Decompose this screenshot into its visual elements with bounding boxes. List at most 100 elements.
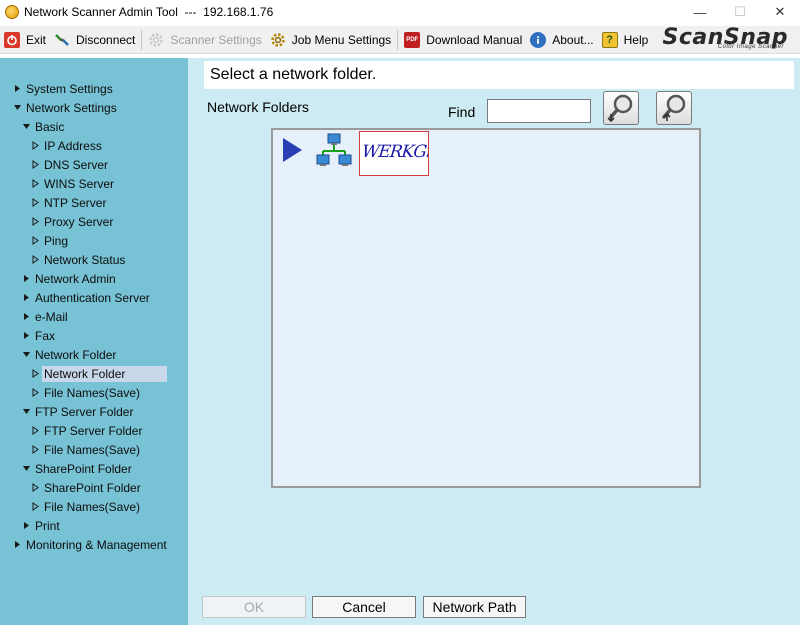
sidebar-item-label: Network Settings	[26, 100, 117, 115]
sidebar-item[interactable]: Fax	[21, 326, 55, 345]
triangle-down-icon[interactable]	[21, 407, 31, 417]
triangle-right-icon[interactable]	[21, 331, 31, 341]
logo-tagline: Color Image Scanner	[717, 44, 784, 50]
pdf-icon: PDF	[404, 31, 421, 48]
exit-label: Exit	[26, 32, 47, 47]
sidebar-item-label: File Names(Save)	[44, 385, 141, 400]
scanner-settings-label: Scanner Settings	[170, 32, 262, 47]
download-manual-label: Download Manual	[426, 32, 523, 47]
triangle-right-icon[interactable]	[21, 521, 31, 531]
sidebar-item[interactable]: Print	[21, 516, 60, 535]
sidebar-item[interactable]: Ping	[30, 231, 68, 250]
sidebar-item-label: DNS Server	[44, 157, 109, 172]
sidebar-item[interactable]: NTP Server	[30, 193, 106, 212]
sidebar-item[interactable]: WINS Server	[30, 174, 114, 193]
download-manual-button[interactable]: PDF Download Manual	[400, 28, 526, 52]
sidebar-item[interactable]: Network Folder	[30, 364, 168, 383]
maximize-button[interactable]: ☐	[720, 0, 760, 24]
triangle-right-outline-icon	[30, 160, 40, 170]
triangle-right-outline-icon	[30, 502, 40, 512]
sidebar-item-label: IP Address	[44, 138, 102, 153]
sidebar-item-label: Authentication Server	[35, 290, 150, 305]
sidebar-item[interactable]: SharePoint Folder	[21, 459, 132, 478]
sidebar-item-label: System Settings	[26, 81, 113, 96]
job-menu-settings-label: Job Menu Settings	[291, 32, 392, 47]
sidebar-item[interactable]: File Names(Save)	[30, 497, 140, 516]
sidebar-item-label: Basic	[35, 119, 65, 134]
sidebar-item[interactable]: Authentication Server	[21, 288, 150, 307]
sidebar-item[interactable]: Network Status	[30, 250, 125, 269]
triangle-right-outline-icon	[30, 483, 40, 493]
app-icon	[5, 5, 19, 19]
folder-name-thumbnail[interactable]: WERKGr	[359, 131, 429, 176]
sidebar-item-label: Monitoring & Management	[26, 537, 167, 552]
close-button[interactable]: ✕	[760, 0, 800, 24]
gear-icon	[148, 32, 164, 48]
sidebar-item[interactable]: Basic	[21, 117, 64, 136]
triangle-right-outline-icon	[30, 255, 40, 265]
window-controls: — ☐ ✕	[680, 0, 800, 24]
disconnect-button[interactable]: Disconnect	[50, 28, 139, 52]
sidebar-item[interactable]: Network Folder	[21, 345, 116, 364]
network-path-button[interactable]: Network Path	[423, 596, 526, 618]
sidebar-item[interactable]: Network Settings	[12, 98, 117, 117]
triangle-down-icon[interactable]	[21, 464, 31, 474]
sidebar-item[interactable]: Network Admin	[21, 269, 116, 288]
find-input[interactable]	[487, 99, 591, 123]
triangle-down-icon[interactable]	[21, 122, 31, 132]
exit-button[interactable]: Exit	[0, 28, 50, 52]
sidebar-item[interactable]: File Names(Save)	[30, 440, 140, 459]
sidebar-item[interactable]: Monitoring & Management	[12, 535, 167, 554]
triangle-right-outline-icon	[30, 445, 40, 455]
sidebar-item-label: e-Mail	[35, 309, 68, 324]
triangle-right-outline-icon	[30, 217, 40, 227]
info-icon	[530, 31, 547, 48]
toolbar-separator	[397, 29, 399, 50]
triangle-right-outline-icon	[30, 426, 40, 436]
gear-icon	[270, 32, 286, 48]
search-down-icon	[607, 94, 633, 123]
help-icon: ?	[601, 31, 618, 48]
toolbar: Exit Disconnect Scanner Settings Job Men…	[0, 25, 800, 54]
triangle-right-icon[interactable]	[21, 293, 31, 303]
find-down-button[interactable]	[603, 91, 639, 125]
sidebar-item[interactable]: Proxy Server	[30, 212, 113, 231]
sidebar-item[interactable]: System Settings	[12, 79, 113, 98]
network-folder-list[interactable]: WERKGr	[271, 128, 701, 488]
disconnect-label: Disconnect	[76, 32, 136, 47]
main-panel: Select a network folder. Network Folders…	[188, 58, 800, 625]
sidebar-item-label: Network Admin	[35, 271, 116, 286]
sidebar-item[interactable]: DNS Server	[30, 155, 108, 174]
sidebar-item[interactable]: e-Mail	[21, 307, 68, 326]
network-computers-icon[interactable]	[315, 132, 353, 170]
job-menu-settings-button[interactable]: Job Menu Settings	[266, 28, 395, 52]
disconnect-icon	[54, 32, 70, 48]
sidebar-item-label: FTP Server Folder	[44, 423, 143, 438]
sidebar-item-label: Network Folder	[35, 347, 117, 362]
cancel-button[interactable]: Cancel	[312, 596, 416, 618]
triangle-right-icon[interactable]	[21, 274, 31, 284]
ok-button[interactable]: OK	[202, 596, 306, 618]
triangle-right-icon[interactable]	[12, 84, 22, 94]
expand-arrow-icon[interactable]	[283, 138, 302, 162]
sidebar-item-label: File Names(Save)	[44, 499, 141, 514]
title-bar: Network Scanner Admin Tool --- 192.168.1…	[0, 0, 800, 24]
triangle-down-icon[interactable]	[12, 103, 22, 113]
sidebar-item-label: NTP Server	[44, 195, 107, 210]
sidebar-item[interactable]: SharePoint Folder	[30, 478, 141, 497]
sidebar-item[interactable]: IP Address	[30, 136, 102, 155]
network-folders-label: Network Folders	[207, 99, 309, 115]
scanner-settings-button[interactable]: Scanner Settings	[144, 28, 265, 52]
find-up-button[interactable]	[656, 91, 692, 125]
sidebar-item-label: File Names(Save)	[44, 442, 141, 457]
triangle-down-icon[interactable]	[21, 350, 31, 360]
triangle-right-icon[interactable]	[21, 312, 31, 322]
sidebar-item[interactable]: FTP Server Folder	[21, 402, 133, 421]
triangle-right-icon[interactable]	[12, 540, 22, 550]
about-button[interactable]: About...	[526, 28, 597, 52]
sidebar-item[interactable]: FTP Server Folder	[30, 421, 142, 440]
sidebar-item-label: SharePoint Folder	[35, 461, 132, 476]
triangle-right-outline-icon	[30, 179, 40, 189]
minimize-button[interactable]: —	[680, 0, 720, 24]
sidebar-item[interactable]: File Names(Save)	[30, 383, 140, 402]
